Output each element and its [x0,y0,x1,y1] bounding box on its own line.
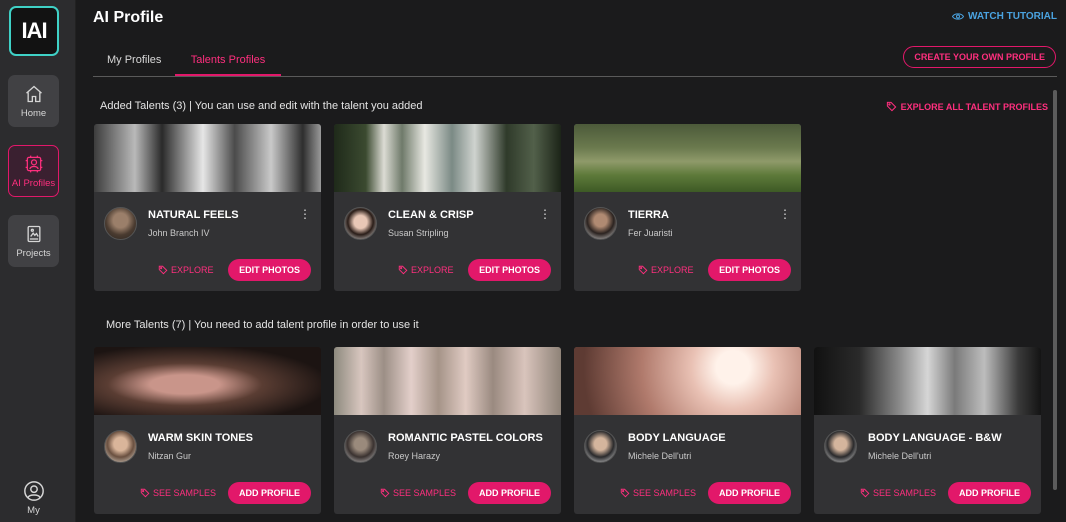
see-samples-link[interactable]: SEE SAMPLES [380,488,456,498]
talent-title: BODY LANGUAGE - B&W [868,432,1002,444]
talent-card[interactable]: BODY LANGUAGE Michele Dell'utri SEE SAMP… [574,347,801,514]
avatar [104,207,137,240]
sidebar-item-label: Home [20,107,47,119]
talent-cover-photo [94,124,321,192]
explore-link[interactable]: EXPLORE [158,265,214,275]
talent-card[interactable]: CLEAN & CRISP Susan Stripling ⋮ EXPLORE … [334,124,561,291]
talent-card[interactable]: NATURAL FEELS John Branch IV ⋮ EXPLORE E… [94,124,321,291]
tag-icon [158,265,168,275]
talent-author: Roey Harazy [388,451,441,461]
talent-title: NATURAL FEELS [148,209,239,221]
see-samples-link[interactable]: SEE SAMPLES [860,488,936,498]
add-profile-button[interactable]: ADD PROFILE [947,482,1031,504]
ai-profile-icon [25,155,42,172]
more-talents-heading: More Talents (7) | You need to add talen… [106,319,419,331]
talent-title: TIERRA [628,209,669,221]
explore-all-talents-link[interactable]: EXPLORE ALL TALENT PROFILES [886,101,1048,112]
app-root: IAI Home AI Profiles Projects My AI Prof… [0,0,1066,522]
explore-all-label: EXPLORE ALL TALENT PROFILES [900,101,1048,112]
see-samples-label: SEE SAMPLES [153,488,217,498]
watch-tutorial-link[interactable]: WATCH TUTORIAL [951,11,1057,22]
create-own-profile-button[interactable]: CREATE YOUR OWN PROFILE [903,46,1056,68]
talent-author: Nitzan Gur [148,451,192,461]
talent-title: WARM SKIN TONES [148,432,253,444]
explore-label: EXPLORE [651,265,694,275]
add-profile-button[interactable]: ADD PROFILE [707,482,791,504]
talent-cover-photo [334,347,561,415]
edit-photos-button[interactable]: EDIT PHOTOS [228,259,311,281]
explore-label: EXPLORE [171,265,214,275]
add-profile-button[interactable]: ADD PROFILE [227,482,311,504]
talent-author: Michele Dell'utri [868,451,932,461]
tag-icon [140,488,150,498]
see-samples-label: SEE SAMPLES [633,488,697,498]
see-samples-label: SEE SAMPLES [873,488,937,498]
eye-icon [951,13,964,20]
tag-icon [638,265,648,275]
see-samples-link[interactable]: SEE SAMPLES [140,488,216,498]
talent-card[interactable]: BODY LANGUAGE - B&W Michele Dell'utri SE… [814,347,1041,514]
sidebar-item-label: My [27,505,40,516]
sidebar-item-label: AI Profiles [11,177,56,189]
talent-card[interactable]: ROMANTIC PASTEL COLORS Roey Harazy SEE S… [334,347,561,514]
talent-title: BODY LANGUAGE [628,432,726,444]
added-talents-heading: Added Talents (3) | You can use and edit… [100,100,423,112]
sidebar-item-my[interactable]: My [8,480,59,522]
scrollbar-thumb[interactable] [1053,90,1057,490]
app-logo[interactable]: IAI [9,6,59,56]
talent-cover-photo [334,124,561,192]
home-icon [25,85,42,102]
talent-cover-photo [94,347,321,415]
see-samples-link[interactable]: SEE SAMPLES [620,488,696,498]
avatar [824,430,857,463]
avatar [344,430,377,463]
explore-label: EXPLORE [411,265,454,275]
explore-link[interactable]: EXPLORE [638,265,694,275]
explore-link[interactable]: EXPLORE [398,265,454,275]
talent-author: Susan Stripling [388,228,449,238]
sidebar: IAI Home AI Profiles Projects My [0,0,76,522]
more-options-icon[interactable]: ⋮ [299,208,311,220]
talent-author: Fer Juaristi [628,228,673,238]
avatar [344,207,377,240]
talent-card[interactable]: TIERRA Fer Juaristi ⋮ EXPLORE EDIT PHOTO… [574,124,801,291]
avatar [104,430,137,463]
more-options-icon[interactable]: ⋮ [779,208,791,220]
talent-card[interactable]: WARM SKIN TONES Nitzan Gur SEE SAMPLES A… [94,347,321,514]
sidebar-item-label: Projects [16,247,51,259]
tag-icon [886,101,896,112]
tab-talents-profiles[interactable]: Talents Profiles [175,54,281,76]
add-profile-button[interactable]: ADD PROFILE [467,482,551,504]
avatar [584,207,617,240]
talent-cover-photo [574,124,801,192]
scrollbar[interactable] [1053,90,1057,490]
sidebar-item-projects[interactable]: Projects [8,215,59,267]
talent-title: CLEAN & CRISP [388,209,474,221]
page-title: AI Profile [93,9,164,26]
user-icon [23,481,44,501]
tag-icon [380,488,390,498]
tab-my-profiles[interactable]: My Profiles [107,54,161,74]
talent-author: Michele Dell'utri [628,451,692,461]
talent-cover-photo [814,347,1041,415]
tag-icon [860,488,870,498]
sidebar-item-ai-profiles[interactable]: AI Profiles [8,145,59,197]
talent-title: ROMANTIC PASTEL COLORS [388,432,543,444]
talent-cover-photo [574,347,801,415]
projects-icon [27,225,40,242]
sidebar-item-home[interactable]: Home [8,75,59,127]
avatar [584,430,617,463]
more-options-icon[interactable]: ⋮ [539,208,551,220]
edit-photos-button[interactable]: EDIT PHOTOS [708,259,791,281]
edit-photos-button[interactable]: EDIT PHOTOS [468,259,551,281]
tag-icon [398,265,408,275]
tag-icon [620,488,630,498]
watch-tutorial-label: WATCH TUTORIAL [967,11,1057,22]
talent-author: John Branch IV [148,228,210,238]
see-samples-label: SEE SAMPLES [393,488,457,498]
